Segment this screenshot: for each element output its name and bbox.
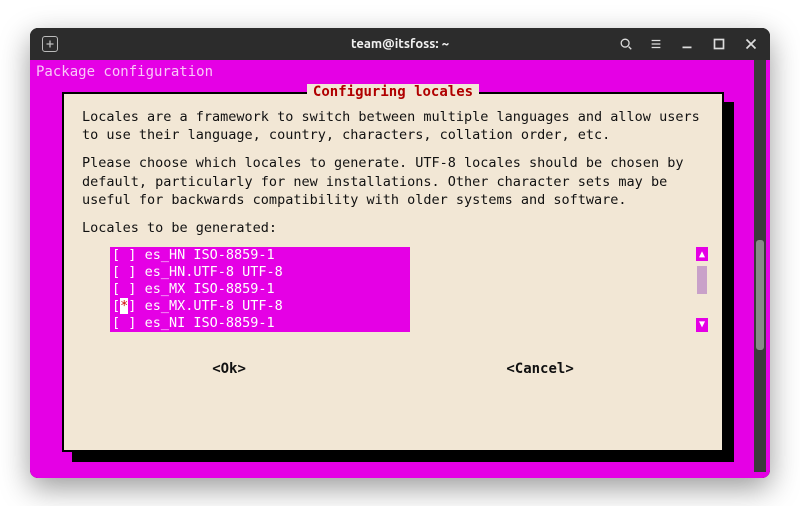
- dialog-title-wrap: Configuring locales: [64, 84, 722, 100]
- dialog-body: Locales are a framework to switch betwee…: [64, 94, 722, 387]
- list-scrollbar[interactable]: ▲ ▼: [696, 247, 708, 331]
- dialog-buttons: <Ok> <Cancel>: [82, 360, 704, 379]
- window-title: team@itsfoss: ~: [30, 37, 770, 51]
- list-scrollbar-thumb[interactable]: [697, 266, 707, 294]
- list-item-highlighted[interactable]: [*] es_MX.UTF-8 UTF-8: [110, 298, 410, 315]
- terminal-window: team@itsfoss: ~ Package configuration: [30, 28, 770, 478]
- list-scrollbar-track[interactable]: [696, 261, 708, 317]
- config-dialog: Configuring locales Locales are a framew…: [62, 92, 724, 452]
- ok-button[interactable]: <Ok>: [212, 360, 246, 379]
- window-scrollbar[interactable]: [754, 60, 766, 472]
- cancel-button[interactable]: <Cancel>: [506, 360, 573, 379]
- titlebar: team@itsfoss: ~: [30, 28, 770, 60]
- dialog-para1: Locales are a framework to switch betwee…: [82, 108, 704, 144]
- dialog-title: Configuring locales: [307, 84, 479, 100]
- dialog-para2: Please choose which locales to generate.…: [82, 154, 704, 209]
- dialog-prompt: Locales to be generated:: [82, 219, 704, 237]
- locale-list[interactable]: [ ] es_HN ISO-8859-1 [ ] es_HN.UTF-8 UTF…: [110, 247, 410, 331]
- list-item[interactable]: [ ] es_NI ISO-8859-1: [110, 315, 410, 332]
- list-item[interactable]: [ ] es_HN ISO-8859-1: [110, 247, 410, 264]
- page-header: Package configuration: [36, 64, 213, 80]
- window-scrollbar-thumb[interactable]: [756, 240, 764, 350]
- scroll-up-icon[interactable]: ▲: [696, 247, 708, 261]
- list-item[interactable]: [ ] es_HN.UTF-8 UTF-8: [110, 264, 410, 281]
- list-item[interactable]: [ ] es_MX ISO-8859-1: [110, 281, 410, 298]
- terminal-body: Package configuration Configuring locale…: [30, 60, 770, 478]
- scroll-down-icon[interactable]: ▼: [696, 318, 708, 332]
